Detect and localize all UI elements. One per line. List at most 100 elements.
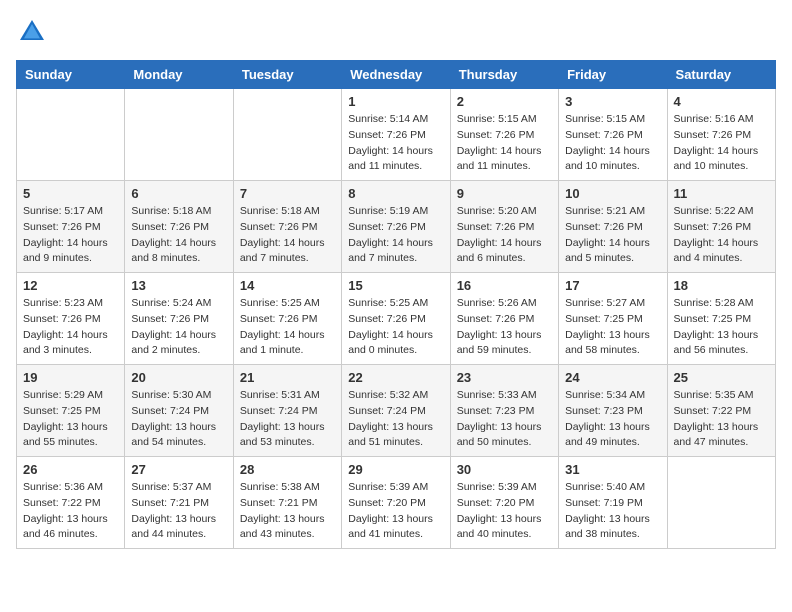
header-wednesday: Wednesday (342, 61, 450, 89)
day-cell: 23Sunrise: 5:33 AM Sunset: 7:23 PM Dayli… (450, 365, 558, 457)
header-monday: Monday (125, 61, 233, 89)
day-number: 29 (348, 462, 443, 477)
day-info: Sunrise: 5:15 AM Sunset: 7:26 PM Dayligh… (457, 112, 552, 175)
day-cell: 25Sunrise: 5:35 AM Sunset: 7:22 PM Dayli… (667, 365, 775, 457)
day-info: Sunrise: 5:23 AM Sunset: 7:26 PM Dayligh… (23, 296, 118, 359)
day-info: Sunrise: 5:19 AM Sunset: 7:26 PM Dayligh… (348, 204, 443, 267)
day-number: 10 (565, 186, 660, 201)
day-number: 9 (457, 186, 552, 201)
day-number: 8 (348, 186, 443, 201)
day-info: Sunrise: 5:25 AM Sunset: 7:26 PM Dayligh… (348, 296, 443, 359)
day-info: Sunrise: 5:38 AM Sunset: 7:21 PM Dayligh… (240, 480, 335, 543)
header-friday: Friday (559, 61, 667, 89)
day-cell: 10 Sunrise: 5:21 AM Sunset: 7:26 PM Dayli… (559, 181, 667, 273)
day-number: 3 (565, 94, 660, 109)
day-cell (233, 89, 341, 181)
day-info: Sunrise: 5:24 AM Sunset: 7:26 PM Dayligh… (131, 296, 226, 359)
day-number: 2 (457, 94, 552, 109)
day-number: 13 (131, 278, 226, 293)
day-number: 16 (457, 278, 552, 293)
calendar-header: SundayMondayTuesdayWednesdayThursdayFrid… (17, 61, 776, 89)
day-number: 20 (131, 370, 226, 385)
day-number: 21 (240, 370, 335, 385)
day-cell: 5Sunrise: 5:17 AM Sunset: 7:26 PM Daylig… (17, 181, 125, 273)
day-cell: 16 Sunrise: 5:26 AM Sunset: 7:26 PM Dayli… (450, 273, 558, 365)
day-number: 7 (240, 186, 335, 201)
day-number: 12 (23, 278, 118, 293)
day-info: Sunrise: 5:37 AM Sunset: 7:21 PM Dayligh… (131, 480, 226, 543)
logo (16, 16, 52, 48)
day-number: 25 (674, 370, 769, 385)
day-info: Sunrise: 5:40 AM Sunset: 7:19 PM Dayligh… (565, 480, 660, 543)
day-info: Sunrise: 5:31 AM Sunset: 7:24 PM Dayligh… (240, 388, 335, 451)
day-cell: 14 Sunrise: 5:25 AM Sunset: 7:26 PM Dayli… (233, 273, 341, 365)
week-row-2: 5Sunrise: 5:17 AM Sunset: 7:26 PM Daylig… (17, 181, 776, 273)
day-cell: 28Sunrise: 5:38 AM Sunset: 7:21 PM Dayli… (233, 457, 341, 549)
day-cell: 29 Sunrise: 5:39 AM Sunset: 7:20 PM Dayli… (342, 457, 450, 549)
day-number: 19 (23, 370, 118, 385)
day-info: Sunrise: 5:18 AM Sunset: 7:26 PM Dayligh… (240, 204, 335, 267)
day-cell: 31 Sunrise: 5:40 AM Sunset: 7:19 PM Dayli… (559, 457, 667, 549)
day-cell: 4 Sunrise: 5:16 AM Sunset: 7:26 PM Daylig… (667, 89, 775, 181)
day-cell: 2 Sunrise: 5:15 AM Sunset: 7:26 PM Daylig… (450, 89, 558, 181)
day-cell: 22 Sunrise: 5:32 AM Sunset: 7:24 PM Dayli… (342, 365, 450, 457)
day-number: 23 (457, 370, 552, 385)
day-cell: 15 Sunrise: 5:25 AM Sunset: 7:26 PM Dayli… (342, 273, 450, 365)
week-row-3: 12 Sunrise: 5:23 AM Sunset: 7:26 PM Dayli… (17, 273, 776, 365)
day-cell: 3 Sunrise: 5:15 AM Sunset: 7:26 PM Daylig… (559, 89, 667, 181)
day-cell: 26Sunrise: 5:36 AM Sunset: 7:22 PM Dayli… (17, 457, 125, 549)
day-number: 14 (240, 278, 335, 293)
day-number: 27 (131, 462, 226, 477)
calendar-table: SundayMondayTuesdayWednesdayThursdayFrid… (16, 60, 776, 549)
day-number: 24 (565, 370, 660, 385)
day-cell: 6 Sunrise: 5:18 AM Sunset: 7:26 PM Daylig… (125, 181, 233, 273)
header-row: SundayMondayTuesdayWednesdayThursdayFrid… (17, 61, 776, 89)
day-cell: 11 Sunrise: 5:22 AM Sunset: 7:26 PM Dayli… (667, 181, 775, 273)
day-number: 4 (674, 94, 769, 109)
day-info: Sunrise: 5:15 AM Sunset: 7:26 PM Dayligh… (565, 112, 660, 175)
header-saturday: Saturday (667, 61, 775, 89)
day-cell: 24 Sunrise: 5:34 AM Sunset: 7:23 PM Dayli… (559, 365, 667, 457)
logo-icon (16, 16, 48, 48)
day-cell: 27 Sunrise: 5:37 AM Sunset: 7:21 PM Dayli… (125, 457, 233, 549)
day-cell: 8 Sunrise: 5:19 AM Sunset: 7:26 PM Daylig… (342, 181, 450, 273)
day-number: 6 (131, 186, 226, 201)
day-number: 18 (674, 278, 769, 293)
day-info: Sunrise: 5:18 AM Sunset: 7:26 PM Dayligh… (131, 204, 226, 267)
day-info: Sunrise: 5:21 AM Sunset: 7:26 PM Dayligh… (565, 204, 660, 267)
day-info: Sunrise: 5:36 AM Sunset: 7:22 PM Dayligh… (23, 480, 118, 543)
day-info: Sunrise: 5:16 AM Sunset: 7:26 PM Dayligh… (674, 112, 769, 175)
day-info: Sunrise: 5:17 AM Sunset: 7:26 PM Dayligh… (23, 204, 118, 267)
day-number: 30 (457, 462, 552, 477)
day-info: Sunrise: 5:32 AM Sunset: 7:24 PM Dayligh… (348, 388, 443, 451)
day-cell (667, 457, 775, 549)
day-info: Sunrise: 5:34 AM Sunset: 7:23 PM Dayligh… (565, 388, 660, 451)
day-info: Sunrise: 5:39 AM Sunset: 7:20 PM Dayligh… (348, 480, 443, 543)
day-info: Sunrise: 5:39 AM Sunset: 7:20 PM Dayligh… (457, 480, 552, 543)
day-info: Sunrise: 5:27 AM Sunset: 7:25 PM Dayligh… (565, 296, 660, 359)
day-cell: 19Sunrise: 5:29 AM Sunset: 7:25 PM Dayli… (17, 365, 125, 457)
day-cell (125, 89, 233, 181)
page-header (16, 16, 776, 48)
day-info: Sunrise: 5:20 AM Sunset: 7:26 PM Dayligh… (457, 204, 552, 267)
day-number: 11 (674, 186, 769, 201)
day-cell: 17Sunrise: 5:27 AM Sunset: 7:25 PM Dayli… (559, 273, 667, 365)
day-cell: 9 Sunrise: 5:20 AM Sunset: 7:26 PM Daylig… (450, 181, 558, 273)
day-info: Sunrise: 5:28 AM Sunset: 7:25 PM Dayligh… (674, 296, 769, 359)
day-info: Sunrise: 5:14 AM Sunset: 7:26 PM Dayligh… (348, 112, 443, 175)
day-number: 22 (348, 370, 443, 385)
day-info: Sunrise: 5:26 AM Sunset: 7:26 PM Dayligh… (457, 296, 552, 359)
day-cell: 30 Sunrise: 5:39 AM Sunset: 7:20 PM Dayli… (450, 457, 558, 549)
header-tuesday: Tuesday (233, 61, 341, 89)
day-cell: 20Sunrise: 5:30 AM Sunset: 7:24 PM Dayli… (125, 365, 233, 457)
calendar-body: 1Sunrise: 5:14 AM Sunset: 7:26 PM Daylig… (17, 89, 776, 549)
day-cell: 13 Sunrise: 5:24 AM Sunset: 7:26 PM Dayli… (125, 273, 233, 365)
day-number: 31 (565, 462, 660, 477)
day-info: Sunrise: 5:25 AM Sunset: 7:26 PM Dayligh… (240, 296, 335, 359)
week-row-4: 19Sunrise: 5:29 AM Sunset: 7:25 PM Dayli… (17, 365, 776, 457)
day-number: 15 (348, 278, 443, 293)
day-info: Sunrise: 5:22 AM Sunset: 7:26 PM Dayligh… (674, 204, 769, 267)
week-row-5: 26Sunrise: 5:36 AM Sunset: 7:22 PM Dayli… (17, 457, 776, 549)
header-sunday: Sunday (17, 61, 125, 89)
day-cell (17, 89, 125, 181)
